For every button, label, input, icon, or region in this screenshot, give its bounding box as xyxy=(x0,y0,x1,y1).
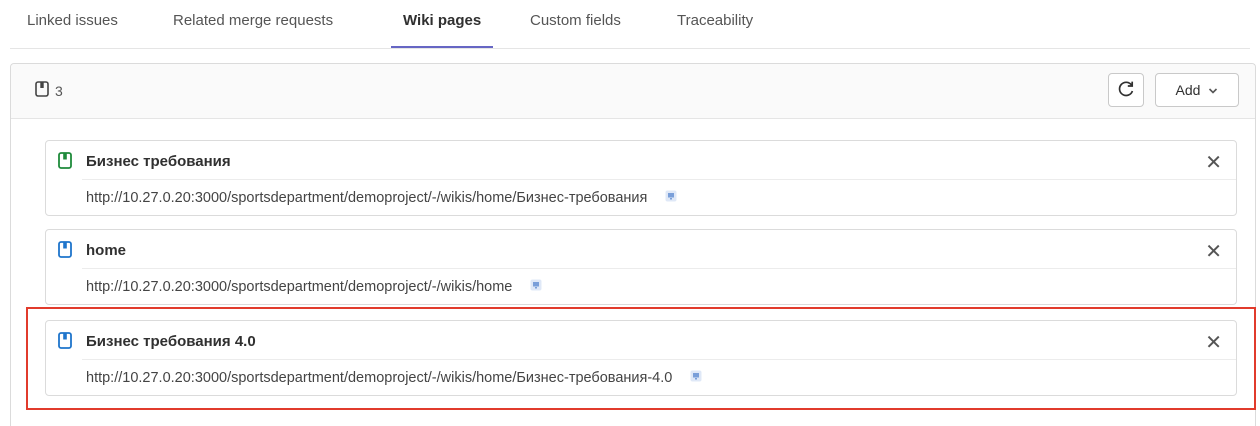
tab-custom-fields[interactable]: Custom fields xyxy=(530,0,621,48)
refresh-button[interactable] xyxy=(1108,73,1144,107)
tab-related-merge-requests[interactable]: Related merge requests xyxy=(173,0,333,48)
divider xyxy=(82,268,1236,269)
wiki-page-icon xyxy=(58,332,72,354)
external-link-icon[interactable] xyxy=(665,190,677,206)
wiki-page-item: Бизнес требования ✕ http://10.27.0.20:30… xyxy=(45,140,1237,216)
add-button[interactable]: Add xyxy=(1155,73,1239,107)
wiki-page-icon xyxy=(35,81,49,100)
tab-bar: Linked issues Related merge requests Wik… xyxy=(10,0,1250,49)
wiki-page-title[interactable]: home xyxy=(86,242,126,259)
refresh-icon xyxy=(1117,80,1135,101)
external-link-icon[interactable] xyxy=(530,279,542,295)
wiki-page-title[interactable]: Бизнес требования xyxy=(86,153,231,170)
panel-header: 3 Add xyxy=(11,64,1255,119)
wiki-page-item: home ✕ http://10.27.0.20:3000/sportsdepa… xyxy=(45,229,1237,305)
divider xyxy=(82,359,1236,360)
wiki-page-icon xyxy=(58,241,72,263)
tab-linked-issues[interactable]: Linked issues xyxy=(27,0,118,48)
remove-icon[interactable]: ✕ xyxy=(1205,153,1222,173)
wiki-page-item: Бизнес требования 4.0 ✕ http://10.27.0.2… xyxy=(45,320,1237,396)
external-link-icon[interactable] xyxy=(690,370,702,386)
wiki-count: 3 xyxy=(35,81,63,100)
wiki-page-url[interactable]: http://10.27.0.20:3000/sportsdepartment/… xyxy=(86,190,647,206)
divider xyxy=(82,179,1236,180)
remove-icon[interactable]: ✕ xyxy=(1205,333,1222,353)
wiki-page-icon xyxy=(58,152,72,174)
wiki-page-url-row: http://10.27.0.20:3000/sportsdepartment/… xyxy=(86,370,702,386)
wiki-page-url-row: http://10.27.0.20:3000/sportsdepartment/… xyxy=(86,190,677,206)
tab-wiki-pages[interactable]: Wiki pages xyxy=(390,0,494,48)
add-button-label: Add xyxy=(1175,82,1201,98)
wiki-count-value: 3 xyxy=(55,82,63,99)
wiki-page-url-row: http://10.27.0.20:3000/sportsdepartment/… xyxy=(86,279,542,295)
wiki-page-url[interactable]: http://10.27.0.20:3000/sportsdepartment/… xyxy=(86,370,672,386)
tab-traceability[interactable]: Traceability xyxy=(677,0,753,48)
wiki-page-title[interactable]: Бизнес требования 4.0 xyxy=(86,333,256,350)
remove-icon[interactable]: ✕ xyxy=(1205,242,1222,262)
chevron-down-icon xyxy=(1208,82,1218,98)
wiki-page-url[interactable]: http://10.27.0.20:3000/sportsdepartment/… xyxy=(86,279,512,295)
